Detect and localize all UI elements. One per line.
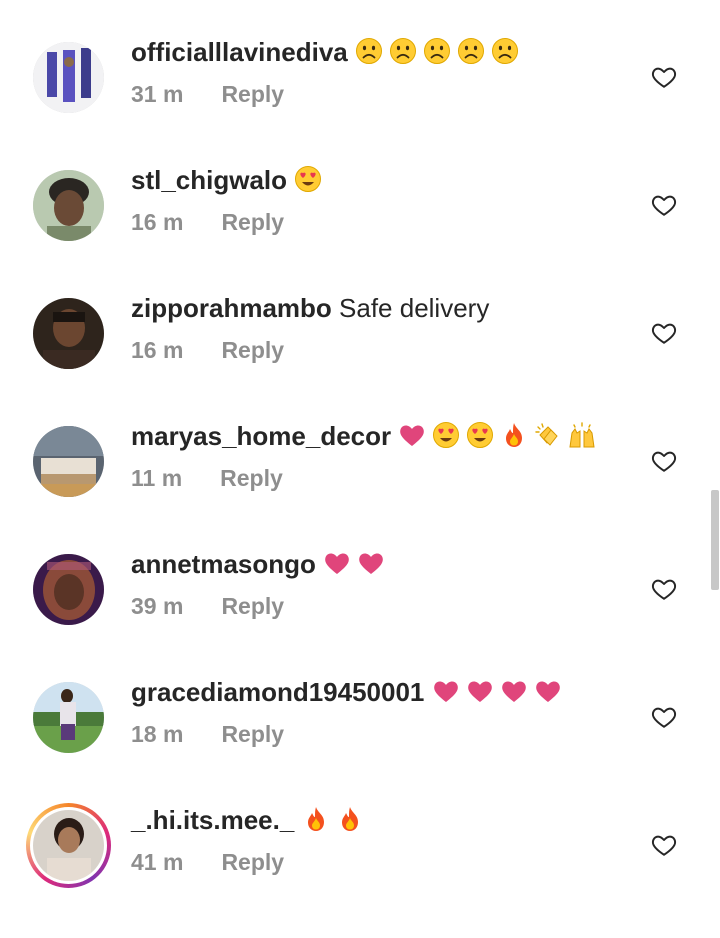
comment-text-line: stl_chigwalo <box>131 164 328 196</box>
comment-text-line: maryas_home_decor <box>131 420 602 452</box>
reply-button[interactable]: Reply <box>221 337 284 363</box>
heart-emoji-icon <box>432 677 460 705</box>
username[interactable]: zipporahmambo <box>131 293 332 323</box>
comment-meta: 11 m Reply <box>131 464 283 492</box>
comment-item: officialllavinediva 31 m Reply <box>0 37 720 170</box>
heart-eyes-emoji-icon <box>294 165 322 193</box>
comment-meta: 16 m Reply <box>131 208 284 236</box>
avatar-ring-gap <box>30 807 107 884</box>
heart-emoji-icon <box>466 677 494 705</box>
comment-item: maryas_home_decor 11 m Reply <box>0 421 720 554</box>
timestamp: 18 m <box>131 721 184 747</box>
sad-face-emoji-icon <box>491 37 519 65</box>
avatar <box>33 810 104 881</box>
avatar[interactable] <box>33 298 104 369</box>
timestamp: 39 m <box>131 593 184 619</box>
fire-emoji-icon <box>500 421 528 449</box>
heart-emoji-icon <box>398 421 426 449</box>
heart-eyes-emoji-icon <box>466 421 494 449</box>
username[interactable]: maryas_home_decor <box>131 421 391 451</box>
username[interactable]: annetmasongo <box>131 549 316 579</box>
comment-meta: 39 m Reply <box>131 592 284 620</box>
avatar[interactable] <box>33 426 104 497</box>
heart-outline-icon[interactable] <box>651 320 677 346</box>
emoji-group <box>355 37 525 67</box>
sad-face-emoji-icon <box>355 37 383 65</box>
reply-button[interactable]: Reply <box>221 721 284 747</box>
avatar[interactable] <box>33 42 104 113</box>
comment-item: zipporahmambo Safe delivery 16 m Reply <box>0 293 720 426</box>
avatar[interactable] <box>33 554 104 625</box>
heart-emoji-icon <box>357 549 385 577</box>
comment-text: Safe delivery <box>339 293 490 323</box>
heart-emoji-icon <box>323 549 351 577</box>
comment-text-line: zipporahmambo Safe delivery <box>131 292 489 324</box>
reply-button[interactable]: Reply <box>220 465 283 491</box>
emoji-group <box>294 165 328 195</box>
fire-emoji-icon <box>302 805 330 833</box>
heart-emoji-icon <box>500 677 528 705</box>
scrollbar[interactable] <box>711 490 719 590</box>
heart-outline-icon[interactable] <box>651 832 677 858</box>
timestamp: 16 m <box>131 337 184 363</box>
sad-face-emoji-icon <box>389 37 417 65</box>
username[interactable]: officialllavinediva <box>131 37 348 67</box>
avatar[interactable] <box>33 170 104 241</box>
heart-outline-icon[interactable] <box>651 448 677 474</box>
comment-meta: 41 m Reply <box>131 848 284 876</box>
timestamp: 41 m <box>131 849 184 875</box>
heart-outline-icon[interactable] <box>651 64 677 90</box>
reply-button[interactable]: Reply <box>221 593 284 619</box>
emoji-group <box>302 805 370 835</box>
username[interactable]: stl_chigwalo <box>131 165 287 195</box>
heart-eyes-emoji-icon <box>432 421 460 449</box>
comment-text-line: _.hi.its.mee._ <box>131 804 370 836</box>
heart-emoji-icon <box>534 677 562 705</box>
clapping-hands-emoji-icon <box>534 421 562 449</box>
heart-outline-icon[interactable] <box>651 192 677 218</box>
comment-meta: 31 m Reply <box>131 80 284 108</box>
comment-item: _.hi.its.mee._ 41 m Reply <box>0 803 720 938</box>
reply-button[interactable]: Reply <box>221 849 284 875</box>
emoji-group <box>398 421 602 451</box>
emoji-group <box>432 677 568 707</box>
comment-text-line: gracediamond19450001 <box>131 676 568 708</box>
comment-item: stl_chigwalo 16 m Reply <box>0 165 720 298</box>
username[interactable]: gracediamond19450001 <box>131 677 424 707</box>
comment-meta: 18 m Reply <box>131 720 284 748</box>
timestamp: 31 m <box>131 81 184 107</box>
comment-item: annetmasongo 39 m Reply <box>0 549 720 682</box>
sad-face-emoji-icon <box>423 37 451 65</box>
heart-outline-icon[interactable] <box>651 576 677 602</box>
sad-face-emoji-icon <box>457 37 485 65</box>
username[interactable]: _.hi.its.mee._ <box>131 805 294 835</box>
fire-emoji-icon <box>336 805 364 833</box>
avatar[interactable] <box>33 682 104 753</box>
comment-item: gracediamond19450001 18 m Reply <box>0 677 720 810</box>
comment-text-line: officialllavinediva <box>131 36 525 68</box>
reply-button[interactable]: Reply <box>221 81 284 107</box>
avatar-story-ring[interactable] <box>26 803 111 888</box>
timestamp: 11 m <box>131 465 183 491</box>
heart-outline-icon[interactable] <box>651 704 677 730</box>
comment-meta: 16 m Reply <box>131 336 284 364</box>
reply-button[interactable]: Reply <box>221 209 284 235</box>
raised-hands-emoji-icon <box>568 421 596 449</box>
emoji-group <box>323 549 391 579</box>
timestamp: 16 m <box>131 209 184 235</box>
comment-text-line: annetmasongo <box>131 548 391 580</box>
